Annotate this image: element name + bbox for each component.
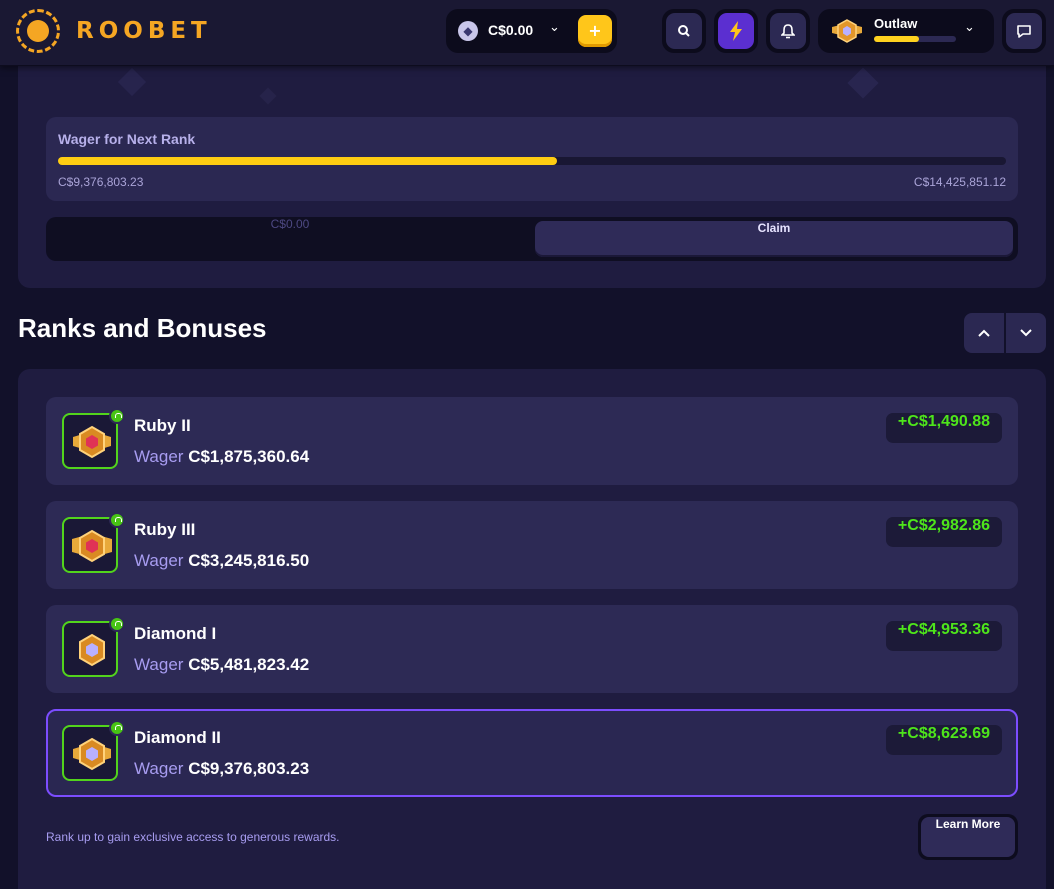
claimable-amount: C$0.00 (270, 217, 310, 231)
wager-progress-bar (58, 157, 1006, 165)
ruby-rank-icon (72, 529, 112, 563)
scroll-down-button[interactable] (1006, 313, 1046, 353)
rank-row-diamond-ii[interactable]: Diamond II Wager C$9,376,803.23 +C$8,623… (46, 709, 1018, 797)
claim-button[interactable]: Claim (535, 221, 1013, 257)
ranks-footer-note: Rank up to gain exclusive access to gene… (46, 830, 340, 844)
rank-name: Ruby II (134, 416, 191, 435)
rank-wager-value: C$9,376,803.23 (188, 759, 310, 778)
wallet-balance: C$0.00 (488, 22, 534, 38)
plus-icon: + (588, 21, 602, 40)
ruby-rank-icon (73, 425, 111, 459)
bell-icon (781, 24, 795, 39)
user-rank-progress-fill (874, 36, 920, 42)
learn-more-label: Learn More (921, 817, 1015, 857)
rank-badge-icon (832, 19, 862, 43)
boost-button[interactable] (714, 9, 758, 53)
wager-target: C$14,425,851.12 (913, 175, 1006, 189)
wager-progress-fill (58, 157, 557, 165)
notifications-button[interactable] (766, 9, 810, 53)
rank-name: Ruby III (134, 520, 196, 539)
rank-badge (62, 408, 125, 469)
add-funds-button[interactable]: + (578, 15, 612, 47)
unlocked-icon (109, 408, 125, 424)
scroll-up-button[interactable] (964, 313, 1004, 353)
rank-wager-value: C$1,875,360.64 (188, 447, 310, 466)
wager-progress-title: Wager for Next Rank (58, 131, 196, 147)
decor-diamond (117, 67, 147, 97)
rank-badge (62, 616, 125, 677)
rank-name: Diamond II (134, 728, 221, 747)
roobet-logo-icon (16, 9, 60, 53)
diamond-rank-icon (79, 633, 105, 667)
logo-text: ROOBET (76, 18, 212, 44)
rank-wager-label: Wager (134, 447, 184, 466)
wager-current: C$9,376,803.23 (58, 175, 144, 189)
rank-bonus: +C$4,953.36 (885, 621, 1002, 651)
user-rank-menu[interactable]: Outlaw ⌄ (818, 9, 994, 53)
rank-wager: Wager C$3,245,816.50 (134, 551, 309, 571)
rank-badge (62, 720, 125, 781)
rank-wager-label: Wager (134, 655, 184, 674)
unlocked-icon (109, 616, 125, 632)
chevron-down-icon (1020, 329, 1032, 337)
rank-wager-label: Wager (134, 759, 184, 778)
rank-badge (62, 512, 125, 573)
rank-name: Diamond I (134, 624, 217, 643)
user-rank-name: Outlaw (874, 16, 918, 31)
rank-bonus: +C$1,490.88 (885, 413, 1002, 443)
wallet-selector[interactable]: ◆ C$0.00 ⌄ + (446, 9, 617, 53)
chat-icon (1017, 25, 1031, 38)
diamond-rank-icon (73, 737, 111, 771)
rank-wager-label: Wager (134, 551, 184, 570)
search-icon (678, 25, 690, 37)
section-title: Ranks and Bonuses (18, 313, 267, 343)
decor-diamond (259, 87, 277, 105)
rank-bonus: +C$2,982.86 (885, 517, 1002, 547)
chevron-up-icon (978, 329, 990, 337)
rank-wager: Wager C$9,376,803.23 (134, 759, 309, 779)
logo[interactable]: ROOBET (16, 9, 212, 53)
lightning-icon (730, 21, 742, 41)
rank-row-ruby-ii[interactable]: Ruby II Wager C$1,875,360.64 +C$1,490.88 (46, 397, 1018, 485)
rank-wager-value: C$3,245,816.50 (188, 551, 310, 570)
rank-row-ruby-iii[interactable]: Ruby III Wager C$3,245,816.50 +C$2,982.8… (46, 501, 1018, 589)
eth-icon: ◆ (458, 21, 478, 41)
claim-row: C$0.00 Claim (46, 217, 1018, 261)
top-bar: ROOBET ◆ C$0.00 ⌄ + Outlaw ⌄ (0, 0, 1054, 66)
rank-row-diamond-i[interactable]: Diamond I Wager C$5,481,823.42 +C$4,953.… (46, 605, 1018, 693)
rank-wager: Wager C$5,481,823.42 (134, 655, 309, 675)
chat-button[interactable] (1002, 9, 1046, 53)
wager-progress: Wager for Next Rank C$9,376,803.23 C$14,… (46, 117, 1018, 201)
learn-more-button[interactable]: Learn More (918, 814, 1018, 860)
unlocked-icon (109, 512, 125, 528)
decor-diamond (847, 67, 879, 99)
rank-wager: Wager C$1,875,360.64 (134, 447, 309, 467)
rank-wager-value: C$5,481,823.42 (188, 655, 310, 674)
search-button[interactable] (662, 9, 706, 53)
rank-bonus: +C$8,623.69 (885, 725, 1002, 755)
unlocked-icon (109, 720, 125, 736)
chevron-down-icon[interactable]: ⌄ (549, 20, 560, 35)
chevron-down-icon: ⌄ (964, 20, 975, 35)
user-rank-progress (874, 36, 956, 42)
